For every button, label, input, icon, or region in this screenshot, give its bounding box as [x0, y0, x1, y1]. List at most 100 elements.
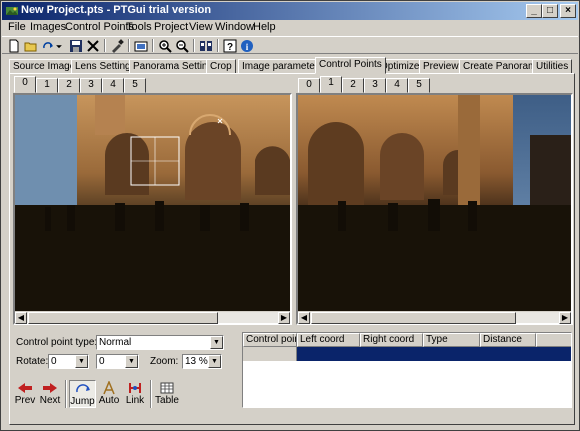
column-header-control-point[interactable]: Control point: [243, 333, 297, 347]
right-tab-2[interactable]: 2: [342, 78, 364, 93]
control-point-table[interactable]: Control point Left coord Right coord Typ…: [242, 332, 572, 408]
rotate-label: Rotate:: [16, 356, 49, 367]
navigation-button-bar: Prev Next Jump Auto Link Table: [13, 380, 183, 408]
menu-control-points[interactable]: Control Points: [65, 21, 134, 33]
menu-tools[interactable]: Tools: [126, 21, 152, 33]
table-button[interactable]: Table: [154, 380, 180, 408]
left-tab-3[interactable]: 3: [80, 78, 102, 93]
main-tab-strip: Source Images Lens Settings Panorama Set…: [9, 57, 575, 74]
cp-type-value: Normal: [99, 337, 132, 348]
next-arrow-icon: [43, 383, 57, 393]
right-tab-0[interactable]: 0: [298, 78, 320, 93]
next-label: Next: [39, 395, 61, 406]
app-window: New Project.pts - PTGui trial version _ …: [0, 0, 580, 431]
rotate-left-select[interactable]: 0 ▼: [48, 354, 89, 369]
scroll-right-icon[interactable]: ▶: [278, 312, 290, 324]
panorama-editor-icon[interactable]: [133, 38, 149, 53]
right-tab-3[interactable]: 3: [364, 78, 386, 93]
menu-view[interactable]: View: [189, 21, 213, 33]
dropdown-arrow-icon[interactable]: [54, 38, 64, 53]
right-horizontal-scrollbar[interactable]: ◀ ▶: [298, 311, 571, 324]
delete-icon[interactable]: [85, 38, 101, 53]
link-button[interactable]: Link: [123, 380, 147, 408]
title-bar[interactable]: New Project.pts - PTGui trial version _ …: [2, 2, 578, 20]
scroll-right-icon[interactable]: ▶: [559, 312, 571, 324]
auto-icon: [103, 381, 115, 395]
close-button[interactable]: ×: [560, 4, 576, 18]
zoom-select[interactable]: 13 % ▼: [182, 354, 222, 369]
rotate-left-value: 0: [51, 356, 57, 367]
zoom-out-icon[interactable]: [174, 38, 190, 53]
save-icon[interactable]: [68, 38, 84, 53]
menu-help[interactable]: Help: [253, 21, 276, 33]
right-image-viewer[interactable]: [296, 93, 573, 325]
table-icon: [160, 382, 174, 394]
cp-type-label: Control point type:: [16, 337, 98, 348]
left-tab-0[interactable]: 0: [14, 76, 36, 93]
tab-utilities[interactable]: Utilities: [532, 59, 573, 74]
column-header-right-coord[interactable]: Right coord: [360, 333, 423, 347]
toolbar: ? i: [2, 36, 578, 54]
auto-button[interactable]: Auto: [97, 380, 121, 408]
menu-file[interactable]: File: [8, 21, 26, 33]
scroll-left-icon[interactable]: ◀: [15, 312, 27, 324]
left-image-tabs: 0 1 2 3 4 5: [14, 76, 154, 93]
app-icon: [5, 4, 19, 18]
help-icon[interactable]: ?: [222, 38, 238, 53]
menu-bar: File Images Control Points Tools Project…: [2, 20, 578, 36]
rotate-right-select[interactable]: 0 ▼: [96, 354, 139, 369]
minimize-button[interactable]: _: [526, 4, 542, 18]
chevron-down-icon[interactable]: ▼: [75, 355, 88, 368]
maximize-button[interactable]: □: [542, 4, 558, 18]
column-header-left-coord[interactable]: Left coord: [297, 333, 360, 347]
column-header-type[interactable]: Type: [423, 333, 480, 347]
new-file-icon[interactable]: [6, 38, 22, 53]
svg-text:?: ?: [227, 42, 233, 53]
zoom-label: Zoom:: [150, 356, 179, 367]
right-tab-4[interactable]: 4: [386, 78, 408, 93]
menu-images[interactable]: Images: [30, 21, 66, 33]
jump-icon: [75, 384, 90, 393]
open-folder-icon[interactable]: [23, 38, 39, 53]
left-horizontal-scrollbar[interactable]: ◀ ▶: [15, 311, 290, 324]
prev-button[interactable]: Prev: [13, 380, 37, 408]
tab-crop[interactable]: Crop: [206, 59, 236, 74]
row-header-cell: [243, 347, 297, 361]
right-tab-1[interactable]: 1: [320, 76, 342, 93]
chevron-down-icon[interactable]: ▼: [208, 355, 221, 368]
info-icon[interactable]: i: [239, 38, 255, 53]
window-title: New Project.pts - PTGui trial version: [21, 4, 212, 16]
rotate-right-value: 0: [99, 356, 105, 367]
link-label: Link: [125, 395, 145, 406]
prev-arrow-icon: [18, 383, 32, 393]
column-header-distance[interactable]: Distance: [480, 333, 536, 347]
zoom-in-icon[interactable]: [157, 38, 173, 53]
auto-label: Auto: [98, 395, 120, 406]
prev-label: Prev: [14, 395, 36, 406]
table-row[interactable]: [243, 347, 571, 361]
left-image-viewer[interactable]: [13, 93, 292, 325]
control-point-editor-icon[interactable]: [198, 38, 214, 53]
tab-image-parameters[interactable]: Image parameters: [238, 59, 328, 74]
menu-window[interactable]: Window: [215, 21, 254, 33]
next-button[interactable]: Next: [37, 380, 63, 408]
left-tab-4[interactable]: 4: [102, 78, 124, 93]
menu-project[interactable]: Project: [154, 21, 188, 33]
chevron-down-icon[interactable]: ▼: [210, 336, 223, 349]
cp-type-select[interactable]: Normal ▼: [96, 335, 224, 350]
left-tab-2[interactable]: 2: [58, 78, 80, 93]
selected-row-cells[interactable]: [297, 347, 571, 361]
link-icon: [129, 383, 141, 393]
left-tab-5[interactable]: 5: [124, 78, 146, 93]
scroll-thumb[interactable]: [28, 312, 218, 324]
tab-control-points[interactable]: Control Points: [315, 57, 386, 74]
scroll-left-icon[interactable]: ◀: [298, 312, 310, 324]
zoom-value: 13 %: [185, 356, 208, 367]
picker-icon[interactable]: [109, 38, 125, 53]
left-tab-1[interactable]: 1: [36, 78, 58, 93]
tab-preview[interactable]: Preview: [419, 59, 463, 74]
jump-button[interactable]: Jump: [69, 380, 96, 408]
chevron-down-icon[interactable]: ▼: [125, 355, 138, 368]
scroll-thumb[interactable]: [311, 312, 516, 324]
right-tab-5[interactable]: 5: [408, 78, 430, 93]
